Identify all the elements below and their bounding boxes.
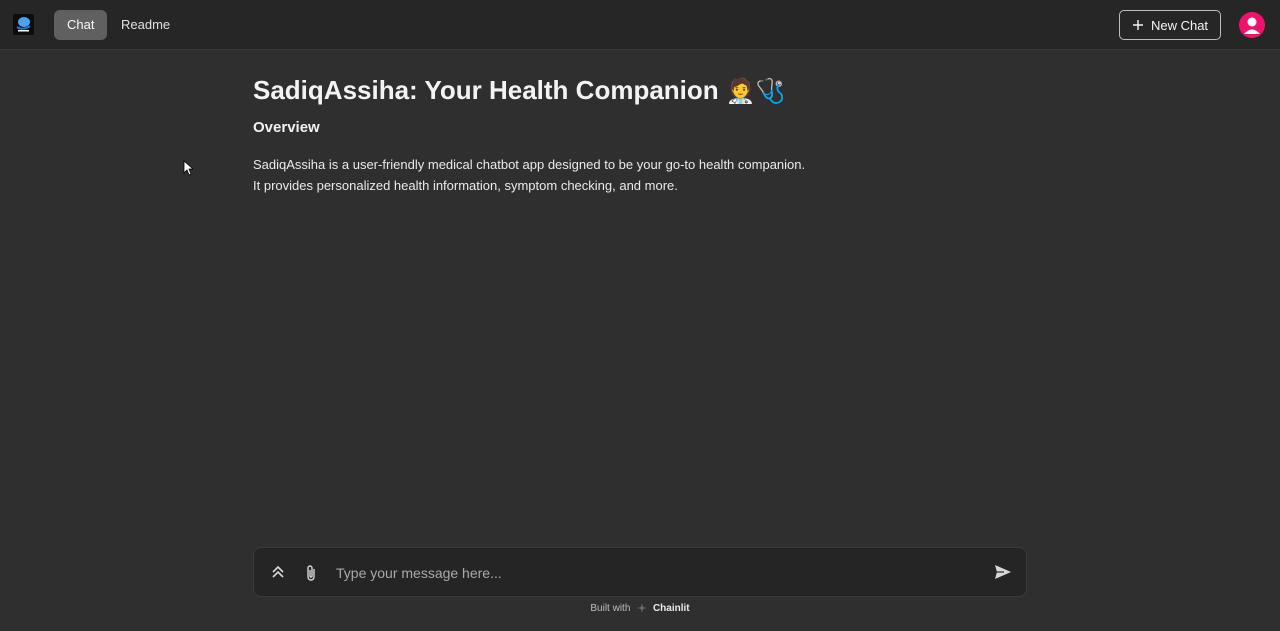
message-input[interactable]	[334, 548, 978, 598]
new-chat-button[interactable]: New Chat	[1119, 10, 1221, 40]
footer-built-with: Built with Chainlit	[0, 603, 1280, 614]
page-title: SadiqAssiha: Your Health Companion 🧑‍⚕️🩺	[253, 72, 1033, 108]
paperclip-icon[interactable]	[304, 564, 318, 582]
app-logo-icon[interactable]	[13, 14, 34, 35]
chainlit-link[interactable]: Chainlit	[653, 603, 690, 614]
mouse-cursor-icon	[183, 160, 193, 176]
chevrons-up-icon[interactable]	[271, 564, 285, 580]
new-chat-label: New Chat	[1150, 17, 1209, 33]
overview-heading: Overview	[253, 119, 320, 136]
description-line: It provides personalized health informat…	[253, 178, 678, 193]
doctor-stethoscope-icon: 🧑‍⚕️🩺	[725, 78, 786, 105]
description-line: SadiqAssiha is a user-friendly medical c…	[253, 157, 806, 172]
tab-readme[interactable]: Readme	[108, 10, 183, 40]
user-avatar-icon[interactable]	[1239, 12, 1265, 38]
tab-chat[interactable]: Chat	[54, 10, 108, 40]
top-bar: Chat Readme New Chat	[0, 0, 1280, 50]
message-composer	[253, 547, 1027, 598]
overview-description: SadiqAssiha is a user-friendly medical c…	[253, 154, 1033, 196]
chainlit-logo-icon	[637, 603, 648, 613]
page-title-text: SadiqAssiha: Your Health Companion	[253, 75, 719, 105]
readme-content: SadiqAssiha: Your Health Companion 🧑‍⚕️🩺…	[253, 72, 1033, 196]
built-with-text: Built with	[590, 603, 631, 614]
send-icon[interactable]	[994, 564, 1012, 580]
plus-icon	[1132, 20, 1143, 30]
